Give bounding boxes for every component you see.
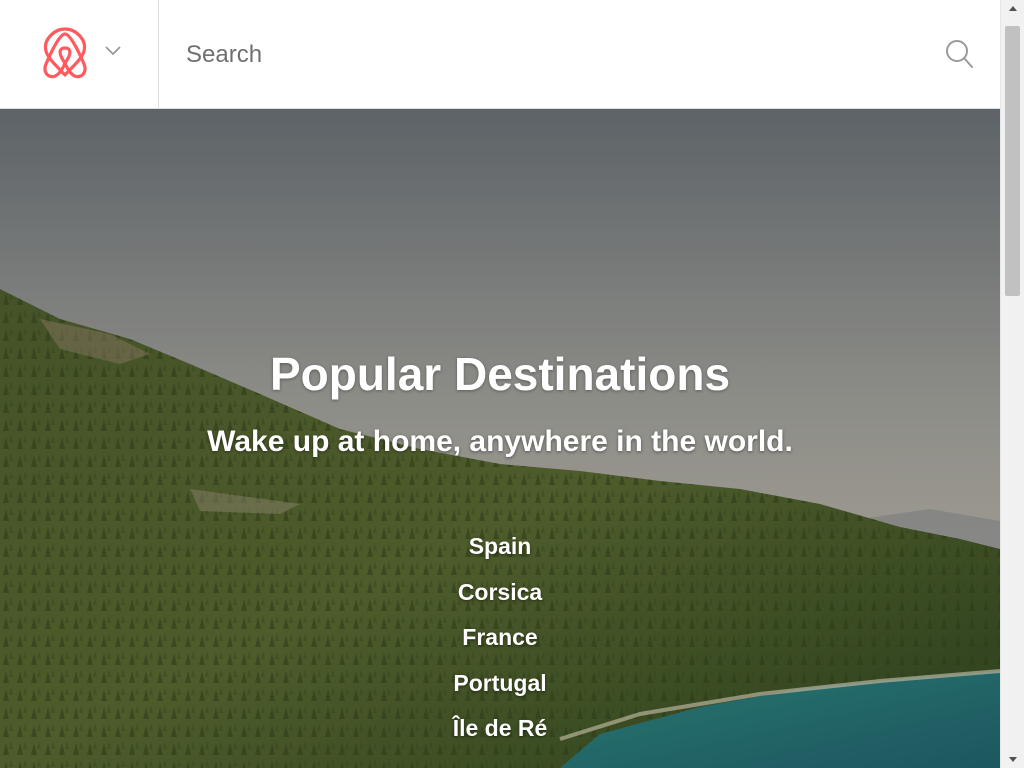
scroll-up-button[interactable] (1001, 0, 1024, 17)
destination-item: Portugal (0, 664, 1000, 710)
logo-menu-button[interactable] (0, 0, 159, 108)
destination-link-france[interactable]: France (462, 624, 537, 650)
top-header (0, 0, 1000, 109)
destination-link-corsica[interactable]: Corsica (458, 579, 542, 605)
destination-link-portugal[interactable]: Portugal (453, 670, 546, 696)
chevron-down-icon (105, 46, 121, 56)
scrollbar-thumb[interactable] (1005, 26, 1020, 296)
search-icon[interactable] (944, 38, 974, 70)
hero-title: Popular Destinations (269, 348, 731, 400)
destination-item: France (0, 618, 1000, 664)
hero-content: Popular Destinations Wake up at home, an… (0, 109, 1000, 768)
destination-item: Corsica (0, 573, 1000, 619)
airbnb-logo-icon (43, 27, 87, 79)
hero-section: Popular Destinations Wake up at home, an… (0, 109, 1000, 768)
search-input[interactable] (186, 34, 926, 76)
destination-item: Île de Ré (0, 709, 1000, 755)
arrow-down-icon (1008, 757, 1017, 762)
destination-link-spain[interactable]: Spain (469, 533, 532, 559)
page: Popular Destinations Wake up at home, an… (0, 0, 1000, 768)
search-bar (160, 0, 1000, 108)
scroll-down-button[interactable] (1001, 751, 1024, 768)
hero-subtitle: Wake up at home, anywhere in the world. (207, 425, 793, 458)
arrow-up-icon (1008, 6, 1017, 11)
destination-link-ile-de-re[interactable]: Île de Ré (453, 715, 548, 741)
destination-item: Spain (0, 527, 1000, 573)
vertical-scrollbar[interactable] (1000, 0, 1024, 768)
destination-list: Spain Corsica France Portugal Île de Ré (0, 527, 1000, 755)
